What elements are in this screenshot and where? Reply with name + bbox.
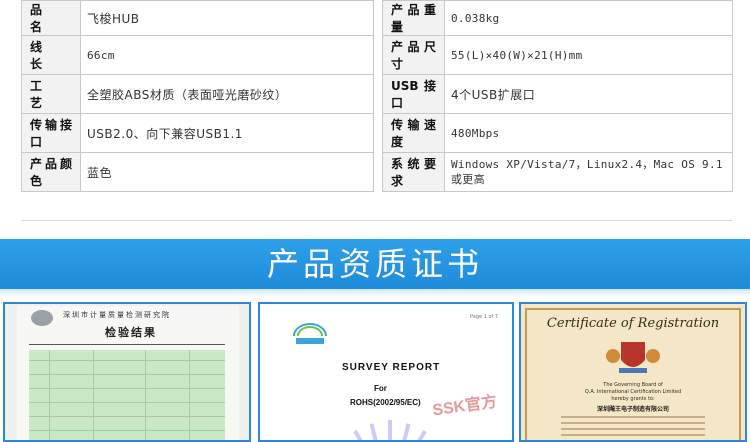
cert-header: 深圳市计量质量检测研究院 bbox=[63, 311, 171, 319]
spec-label: 线 长 bbox=[21, 35, 81, 75]
cert-line: hereby grants to: bbox=[611, 396, 655, 402]
rule-line bbox=[29, 344, 225, 345]
watermark-fan-icon bbox=[353, 420, 427, 440]
text-line bbox=[561, 416, 705, 418]
spec-label: 工 艺 bbox=[21, 74, 81, 114]
spec-value: Windows XP/Vista/7，Linux2.4，Mac OS 9.1或更… bbox=[444, 152, 733, 192]
spec-value: 55(L)×40(W)×21(H)mm bbox=[444, 35, 733, 75]
spec-row: 传输接口 USB2.0、向下兼容USB1.1 传输速度 480Mbps bbox=[21, 113, 733, 153]
text-line bbox=[561, 422, 705, 424]
crest-icon bbox=[606, 342, 660, 373]
report-standard: ROHS(2002/95/EC) bbox=[350, 398, 421, 407]
grid-col-line bbox=[145, 350, 146, 440]
banner-title: 产品资质证书 bbox=[266, 245, 483, 283]
spec-gap bbox=[373, 74, 383, 114]
spec-label: USB接口 bbox=[382, 74, 445, 114]
spec-label: 系统要求 bbox=[382, 152, 445, 192]
grid-col-line bbox=[189, 350, 190, 440]
text-line bbox=[561, 428, 705, 430]
grid-col-line bbox=[93, 350, 94, 440]
spec-label: 传输速度 bbox=[382, 113, 445, 153]
spec-value: 4个USB扩展口 bbox=[444, 74, 733, 114]
spec-value: 66cm bbox=[80, 35, 374, 75]
section-divider bbox=[21, 220, 732, 221]
spec-label: 品 名 bbox=[21, 0, 81, 36]
spec-value: 飞梭HUB bbox=[80, 0, 374, 36]
spec-label: 产品颜色 bbox=[21, 152, 81, 192]
watermark-stamp: SSK官方 bbox=[431, 393, 499, 420]
certificate-registration[interactable]: Certificate of Registration The Governin… bbox=[519, 302, 747, 442]
grid-row-line bbox=[29, 374, 225, 375]
cert-line: Q.A. International Certification Limited bbox=[584, 389, 682, 395]
banner-shadow bbox=[0, 289, 750, 297]
spec-value: 480Mbps bbox=[444, 113, 733, 153]
spec-gap bbox=[373, 0, 383, 36]
grid-row-line bbox=[29, 360, 225, 361]
spec-table: 品 名 飞梭HUB 产品重量 0.038kg 线 长 66cm 产品尺寸 55(… bbox=[21, 0, 733, 192]
spec-value: 蓝色 bbox=[80, 152, 374, 192]
report-for: For bbox=[374, 384, 387, 393]
company-name: 深圳飚王电子制造有限公司 bbox=[596, 406, 669, 413]
cert-title: 检验结果 bbox=[105, 326, 157, 339]
spec-value: 全塑胶ABS材质（表面哑光磨砂纹） bbox=[80, 74, 374, 114]
grid-row-line bbox=[29, 416, 225, 417]
page-number: Page 1 of 7 bbox=[470, 314, 499, 320]
report-title: SURVEY REPORT bbox=[342, 362, 441, 373]
text-line bbox=[561, 434, 705, 436]
grid-row-line bbox=[29, 430, 225, 431]
grid-row-line bbox=[29, 402, 225, 403]
spec-row: 产品颜色 蓝色 系统要求 Windows XP/Vista/7，Linux2.4… bbox=[21, 152, 733, 192]
institute-logo-icon bbox=[31, 310, 53, 326]
grid-row-line bbox=[29, 388, 225, 389]
result-grid bbox=[29, 350, 225, 440]
spec-label: 产品重量 bbox=[382, 0, 445, 36]
spec-row: 品 名 飞梭HUB 产品重量 0.038kg bbox=[21, 0, 733, 36]
certificate-rohs-report[interactable]: Page 1 of 7 SURVEY REPORT For ROHS(2002/… bbox=[258, 302, 514, 442]
lab-logo-icon bbox=[293, 323, 327, 344]
cert-line: The Governing Board of bbox=[603, 382, 663, 388]
spec-row: 工 艺 全塑胶ABS材质（表面哑光磨砂纹） USB接口 4个USB扩展口 bbox=[21, 74, 733, 114]
cert-title: Certificate of Registration bbox=[546, 316, 720, 331]
certificate-inspection-report[interactable]: 深圳市计量质量检测研究院 检验结果 bbox=[3, 302, 251, 442]
spec-label: 产品尺寸 bbox=[382, 35, 445, 75]
spec-label: 传输接口 bbox=[21, 113, 81, 153]
spec-value: USB2.0、向下兼容USB1.1 bbox=[80, 113, 374, 153]
grid-col-line bbox=[49, 350, 50, 440]
spec-value: 0.038kg bbox=[444, 0, 733, 36]
spec-row: 线 长 66cm 产品尺寸 55(L)×40(W)×21(H)mm bbox=[21, 35, 733, 75]
spec-gap bbox=[373, 35, 383, 75]
spec-gap bbox=[373, 113, 383, 153]
spec-gap bbox=[373, 152, 383, 192]
